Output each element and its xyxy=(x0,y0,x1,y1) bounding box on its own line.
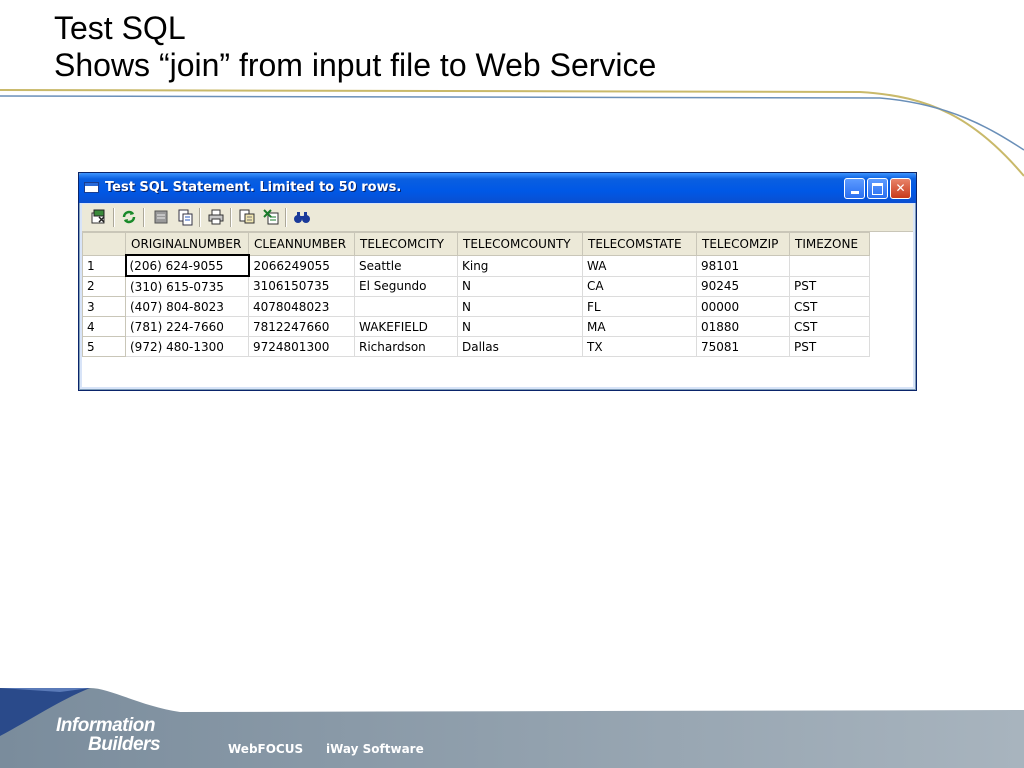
open-data-icon xyxy=(91,209,105,224)
table-cell[interactable]: 75081 xyxy=(696,336,790,357)
table-cell[interactable]: PST xyxy=(789,275,870,297)
table-cell[interactable] xyxy=(354,296,458,317)
column-header[interactable]: TIMEZONE xyxy=(789,232,870,256)
webfocus-link[interactable]: WebFOCUS xyxy=(228,742,303,756)
logo-line2: Builders xyxy=(88,734,161,755)
grid-header-row: ORIGINALNUMBER CLEANNUMBER TELECOMCITY TELE… xyxy=(82,232,870,256)
table-cell[interactable]: N xyxy=(457,296,583,317)
table-cell[interactable]: FL xyxy=(582,296,697,317)
toolbar-separator xyxy=(113,208,115,227)
table-cell[interactable]: (310) 615-0735 xyxy=(125,275,249,297)
copy-icon xyxy=(178,209,193,226)
table-cell[interactable] xyxy=(789,254,870,277)
export-button[interactable] xyxy=(238,208,256,226)
stop-icon xyxy=(154,210,168,224)
results-grid[interactable]: ORIGINALNUMBER CLEANNUMBER TELECOMCITY TELE… xyxy=(82,232,870,357)
column-header[interactable]: ORIGINALNUMBER xyxy=(125,232,249,256)
results-grid-area[interactable]: ORIGINALNUMBER CLEANNUMBER TELECOMCITY TELE… xyxy=(82,232,913,387)
table-cell[interactable]: 98101 xyxy=(696,254,790,277)
table-cell[interactable]: MA xyxy=(582,316,697,337)
column-header[interactable]: TELECOMCOUNTY xyxy=(457,232,583,256)
refresh-button[interactable] xyxy=(120,208,138,226)
row-number-cell[interactable]: 5 xyxy=(82,336,126,357)
table-cell[interactable]: WAKEFIELD xyxy=(354,316,458,337)
table-cell[interactable]: N xyxy=(457,316,583,337)
open-data-button[interactable] xyxy=(90,208,108,226)
slide-title-line1: Test SQL xyxy=(54,10,186,46)
close-button[interactable]: ✕ xyxy=(890,178,911,199)
table-cell[interactable]: 90245 xyxy=(696,275,790,297)
table-cell[interactable]: 2066249055 xyxy=(248,254,355,277)
table-cell[interactable]: Seattle xyxy=(354,254,458,277)
toolbar-separator xyxy=(230,208,232,227)
toolbar xyxy=(82,204,913,232)
window-titlebar[interactable]: Test SQL Statement. Limited to 50 rows. … xyxy=(79,173,916,203)
excel-export-button[interactable] xyxy=(262,208,280,226)
table-cell[interactable]: 00000 xyxy=(696,296,790,317)
table-cell[interactable]: PST xyxy=(789,336,870,357)
grid-body: 1 (206) 624-9055 2066249055 Seattle King WA 98… xyxy=(82,254,870,357)
table-cell[interactable]: King xyxy=(457,254,583,277)
table-cell[interactable]: Richardson xyxy=(354,336,458,357)
close-icon: ✕ xyxy=(895,181,906,195)
refresh-icon xyxy=(122,210,136,224)
table-cell[interactable]: 4078048023 xyxy=(248,296,355,317)
export-icon xyxy=(239,209,255,224)
find-icon xyxy=(294,212,310,223)
toolbar-separator xyxy=(143,208,145,227)
table-row[interactable]: 4 (781) 224-7660 7812247660 WAKEFIELD N MA 018… xyxy=(82,316,870,337)
column-header[interactable]: TELECOMZIP xyxy=(696,232,790,256)
print-icon xyxy=(208,209,224,225)
stop-button[interactable] xyxy=(152,208,170,226)
table-cell[interactable]: 3106150735 xyxy=(248,275,355,297)
excel-export-icon xyxy=(263,209,279,225)
copy-button[interactable] xyxy=(176,208,194,226)
table-cell[interactable]: 01880 xyxy=(696,316,790,337)
table-row[interactable]: 2 (310) 615-0735 3106150735 El Segundo N CA 90… xyxy=(82,275,870,297)
print-button[interactable] xyxy=(207,208,225,226)
table-cell[interactable]: CST xyxy=(789,296,870,317)
row-number-cell[interactable]: 2 xyxy=(82,275,126,297)
table-cell[interactable]: 7812247660 xyxy=(248,316,355,337)
table-cell[interactable]: TX xyxy=(582,336,697,357)
table-cell[interactable]: (972) 480-1300 xyxy=(125,336,249,357)
table-cell[interactable]: CA xyxy=(582,275,697,297)
maximize-button[interactable] xyxy=(867,178,888,199)
table-cell[interactable]: 9724801300 xyxy=(248,336,355,357)
row-number-cell[interactable]: 3 xyxy=(82,296,126,317)
table-row[interactable]: 5 (972) 480-1300 9724801300 Richardson Dalla… xyxy=(82,336,870,357)
table-cell[interactable]: (407) 804-8023 xyxy=(125,296,249,317)
window-icon xyxy=(84,182,99,193)
table-cell[interactable]: El Segundo xyxy=(354,275,458,297)
table-cell[interactable]: WA xyxy=(582,254,697,277)
test-sql-window: Test SQL Statement. Limited to 50 rows. … xyxy=(78,172,917,391)
table-row[interactable]: 3 (407) 804-8023 4078048023 N FL 00000 CST xyxy=(82,296,870,317)
minimize-button[interactable] xyxy=(844,178,865,199)
toolbar-separator xyxy=(285,208,287,227)
row-number-cell[interactable]: 1 xyxy=(82,254,126,277)
iway-software-link[interactable]: iWay Software xyxy=(326,742,424,756)
column-header[interactable]: TELECOMCITY xyxy=(354,232,458,256)
logo-line1: Information xyxy=(56,715,156,736)
toolbar-separator xyxy=(199,208,201,227)
table-cell[interactable]: (781) 224-7660 xyxy=(125,316,249,337)
column-header[interactable]: CLEANNUMBER xyxy=(248,232,355,256)
window-title: Test SQL Statement. Limited to 50 rows. xyxy=(105,180,402,195)
column-header[interactable]: TELECOMSTATE xyxy=(582,232,697,256)
table-row[interactable]: 1 (206) 624-9055 2066249055 Seattle King WA 98… xyxy=(82,254,870,277)
slide-title: Test SQL Shows “join” from input file to… xyxy=(54,10,656,84)
table-cell[interactable]: N xyxy=(457,275,583,297)
table-cell[interactable]: CST xyxy=(789,316,870,337)
table-cell[interactable]: (206) 624-9055 xyxy=(124,254,250,277)
maximize-icon xyxy=(872,183,883,195)
row-number-header[interactable] xyxy=(82,232,126,256)
find-button[interactable] xyxy=(293,208,311,226)
table-cell[interactable]: Dallas xyxy=(457,336,583,357)
row-number-cell[interactable]: 4 xyxy=(82,316,126,337)
minimize-icon xyxy=(850,191,859,194)
information-builders-logo: Information Builders xyxy=(56,715,161,755)
slide-title-line2: Shows “join” from input file to Web Serv… xyxy=(54,47,657,83)
